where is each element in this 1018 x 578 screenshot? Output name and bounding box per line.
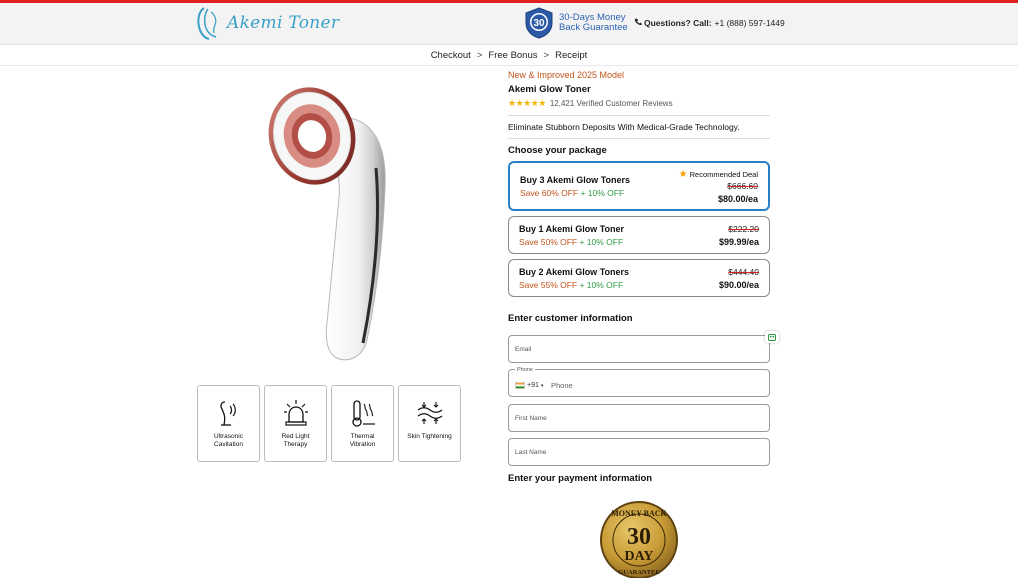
breadcrumb-separator: > bbox=[543, 50, 550, 61]
logo-text: Akemi Toner bbox=[227, 13, 340, 33]
reviews-row: ★★★★★ 12,421 Verified Customer Reviews bbox=[508, 98, 770, 109]
phone-floating-label: Phone bbox=[515, 367, 535, 373]
feature-label: Therapy bbox=[283, 441, 308, 448]
package-price: $80.00/ea bbox=[717, 194, 758, 204]
guarantee-number: 30 bbox=[533, 18, 545, 29]
breadcrumb: Checkout > Free Bonus > Receipt bbox=[0, 46, 1018, 66]
product-title: Akemi Glow Toner bbox=[508, 84, 591, 95]
site-header: Akemi Toner 30 30-Days Money Back Guaran… bbox=[0, 3, 1018, 45]
last-name-field[interactable]: Last Name bbox=[508, 438, 770, 466]
feature-ultrasonic: Ultrasonic Cavitation bbox=[197, 385, 260, 462]
package-old-price: $444.40 bbox=[728, 267, 759, 277]
guarantee-line2: Back Guarantee bbox=[559, 22, 628, 33]
package-name: Buy 1 Akemi Glow Toner bbox=[519, 224, 625, 234]
payment-info-title: Enter your payment information bbox=[508, 473, 653, 484]
breadcrumb-separator: > bbox=[476, 50, 483, 61]
contact-info[interactable]: Questions? Call: +1 (888) 597-1449 bbox=[634, 18, 785, 28]
package-save: Save 60% OFF bbox=[520, 188, 579, 198]
feature-label: Red Light bbox=[281, 433, 310, 440]
india-flag-icon bbox=[515, 382, 525, 389]
package-option-3[interactable]: Buy 3 Akemi Glow Toners Save 60% OFF + 1… bbox=[508, 161, 770, 211]
product-image bbox=[268, 87, 386, 361]
divider bbox=[508, 138, 770, 139]
divider bbox=[508, 115, 770, 116]
feature-label: Cavitation bbox=[214, 441, 243, 448]
skin-tightening-icon bbox=[417, 402, 442, 424]
recommended-label: Recommended Deal bbox=[689, 170, 758, 179]
package-price: $99.99/ea bbox=[718, 237, 759, 247]
feature-thermal: Thermal Vibration bbox=[331, 385, 394, 462]
autofill-icon[interactable] bbox=[765, 331, 779, 343]
package-old-price: $666.60 bbox=[727, 181, 758, 191]
breadcrumb-receipt[interactable]: Receipt bbox=[555, 50, 587, 61]
package-savings: Save 50% OFF + 10% OFF bbox=[519, 237, 623, 247]
chevron-down-icon: ▾ bbox=[540, 382, 544, 389]
phone-icon bbox=[634, 18, 642, 28]
star-icon: ★ bbox=[678, 169, 688, 180]
face-logo-icon bbox=[197, 7, 217, 40]
feature-label: Ultrasonic bbox=[214, 433, 243, 440]
country-code: +91 bbox=[527, 382, 539, 389]
package-savings: Save 60% OFF + 10% OFF bbox=[520, 188, 624, 198]
customer-form: Email Phone +91 ▾ Phone First Name Last … bbox=[508, 335, 770, 467]
country-code-selector[interactable]: +91 ▾ bbox=[515, 382, 543, 389]
customer-info-title: Enter customer information bbox=[508, 313, 633, 324]
support-phone[interactable]: +1 (888) 597-1449 bbox=[715, 18, 785, 28]
ultrasonic-icon bbox=[219, 401, 236, 426]
phone-field[interactable]: Phone +91 ▾ Phone bbox=[508, 367, 770, 397]
thermal-icon bbox=[351, 400, 375, 427]
questions-label: Questions? Call: bbox=[644, 18, 712, 28]
reviews-count: 12,421 Verified Customer Reviews bbox=[549, 99, 673, 108]
package-list: Buy 3 Akemi Glow Toners Save 60% OFF + 1… bbox=[508, 161, 770, 301]
model-tag: New & Improved 2025 Model bbox=[508, 70, 625, 80]
guarantee-header-badge: 30 30-Days Money Back Guarantee bbox=[524, 7, 628, 39]
checkout-panel: New & Improved 2025 Model Akemi Glow Ton… bbox=[508, 70, 770, 139]
package-savings: Save 55% OFF + 10% OFF bbox=[519, 280, 623, 290]
package-extra: + 10% OFF bbox=[579, 237, 624, 247]
packages-title: Choose your package bbox=[508, 145, 607, 156]
package-old-price: $222.20 bbox=[728, 224, 759, 234]
package-save: Save 55% OFF bbox=[519, 280, 578, 290]
package-extra: + 10% OFF bbox=[580, 188, 625, 198]
star-rating-icon: ★★★★★ bbox=[508, 98, 546, 108]
breadcrumb-checkout[interactable]: Checkout bbox=[431, 50, 471, 61]
recommended-badge: ★ Recommended Deal bbox=[679, 169, 758, 180]
phone-placeholder: Phone bbox=[551, 381, 573, 390]
product-tagline: Eliminate Stubborn Deposits With Medical… bbox=[508, 122, 740, 132]
badge-day: DAY bbox=[624, 549, 653, 564]
package-name: Buy 2 Akemi Glow Toners bbox=[519, 267, 630, 277]
email-field[interactable]: Email bbox=[508, 335, 770, 363]
red-light-icon bbox=[283, 400, 308, 426]
first-name-field[interactable]: First Name bbox=[508, 404, 770, 432]
badge-number: 30 bbox=[627, 524, 651, 550]
feature-skin-tightening: Skin Tightening bbox=[398, 385, 461, 462]
feature-label: Skin Tightening bbox=[407, 433, 452, 440]
badge-top-text: MONEY BACK bbox=[611, 509, 667, 518]
package-option-2[interactable]: Buy 2 Akemi Glow Toners Save 55% OFF + 1… bbox=[508, 259, 770, 297]
package-name: Buy 3 Akemi Glow Toners bbox=[520, 175, 631, 185]
package-save: Save 50% OFF bbox=[519, 237, 578, 247]
package-extra: + 10% OFF bbox=[579, 280, 624, 290]
feature-list: Ultrasonic Cavitation Red Light Therapy … bbox=[197, 385, 461, 462]
money-back-guarantee-badge: MONEY BACK 30 DAY GUARANTEE bbox=[600, 501, 678, 578]
breadcrumb-free-bonus[interactable]: Free Bonus bbox=[488, 50, 537, 61]
brand-logo[interactable]: Akemi Toner bbox=[195, 6, 339, 40]
feature-label: Thermal bbox=[350, 433, 375, 440]
feature-label: Vibration bbox=[349, 441, 376, 448]
shield-30-icon: 30 bbox=[525, 7, 553, 39]
feature-red-light: Red Light Therapy bbox=[264, 385, 327, 462]
package-price: $90.00/ea bbox=[718, 280, 759, 290]
package-option-1[interactable]: Buy 1 Akemi Glow Toner Save 50% OFF + 10… bbox=[508, 216, 770, 254]
